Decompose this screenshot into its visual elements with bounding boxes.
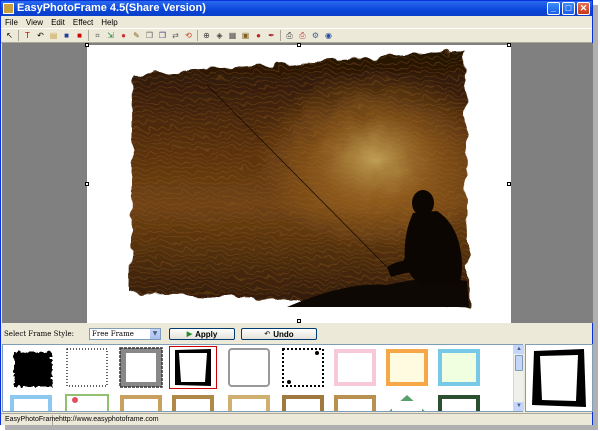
status-url[interactable]: http://www.easyphotoframe.com	[57, 415, 257, 425]
frame-thumb-green-ornate[interactable]	[383, 392, 431, 412]
color-icon[interactable]: ●	[254, 31, 263, 40]
app-window: EasyPhotoFrame 4.5(Share Version) _ □ ✕ …	[0, 0, 593, 425]
photo-canvas[interactable]	[85, 43, 511, 323]
maximize-button[interactable]: □	[562, 2, 575, 15]
crop-icon[interactable]: ⌗	[93, 31, 102, 40]
status-bar: EasyPhotoFrame http://www.easyphotoframe…	[1, 413, 592, 425]
resize-handle-s[interactable]	[297, 319, 301, 323]
frame-thumbnail-list[interactable]	[2, 344, 523, 412]
title-bar[interactable]: EasyPhotoFrame 4.5(Share Version) _ □ ✕	[1, 1, 592, 16]
menu-view[interactable]: View	[22, 18, 47, 27]
frame-thumb-wood-gold[interactable]	[169, 392, 217, 412]
menu-help[interactable]: Help	[97, 18, 121, 27]
save-icon[interactable]: ■	[62, 31, 71, 40]
menu-file[interactable]: File	[1, 18, 22, 27]
frame-thumb-black-waves[interactable]	[279, 346, 327, 389]
resize-handle-w[interactable]	[85, 182, 89, 186]
help-icon[interactable]: ◉	[324, 31, 333, 40]
scroll-down-icon[interactable]: ▼	[514, 402, 524, 411]
open-icon[interactable]: ▤	[49, 31, 58, 40]
play-icon: ▶	[186, 331, 193, 338]
scrollbar-thumb[interactable]	[515, 355, 523, 371]
export-icon[interactable]: ⇲	[106, 31, 115, 40]
scroll-up-icon[interactable]: ▲	[514, 345, 524, 354]
frame-thumb-wavy-gray[interactable]	[225, 346, 273, 389]
frame-style-select[interactable]: Free Frame ▼	[89, 328, 161, 340]
pointer-icon[interactable]: ↖	[5, 31, 14, 40]
frame-thumb-wood-tan[interactable]	[225, 392, 273, 412]
frame-icon[interactable]: ▣	[241, 31, 250, 40]
frame-thumb-wood-brown[interactable]	[331, 392, 379, 412]
canvas-area[interactable]	[2, 43, 593, 323]
paste-icon[interactable]: ❐	[158, 31, 167, 40]
resize-handle-e[interactable]	[507, 182, 511, 186]
minimize-button[interactable]: _	[547, 2, 560, 15]
chevron-down-icon[interactable]: ▼	[150, 329, 160, 339]
frame-thumb-green-blue[interactable]	[435, 346, 483, 389]
undo-button[interactable]: ↶ Undo	[241, 328, 317, 340]
zoom-in-icon[interactable]: ⊕	[202, 31, 211, 40]
menu-effect[interactable]: Effect	[69, 18, 97, 27]
frame-thumb-rough-gray[interactable]	[117, 346, 165, 389]
frame-thumb-black-selected[interactable]	[169, 346, 217, 389]
save-as-icon[interactable]: ■	[75, 31, 84, 40]
print-preview-icon[interactable]: ⎙	[298, 31, 307, 40]
frame-thumb-wood-light[interactable]	[117, 392, 165, 412]
copy-icon[interactable]: ❐	[145, 31, 154, 40]
undo-icon[interactable]: ⟲	[184, 31, 193, 40]
resize-handle-nw[interactable]	[85, 43, 89, 47]
frame-style-label: Select Frame Style:	[4, 330, 74, 338]
toolbar: ↖ T ↶ ▤ ■ ■ ⌗ ⇲ ● ✎ ❐ ❐ ⇄ ⟲ ⊕ ◈ ▦ ▣ ● ✒ ⎙ ⎙ ⚙ ◉	[1, 28, 592, 43]
frame-style-bar: Select Frame Style: Free Frame ▼ ▶ Apply…	[1, 325, 592, 343]
settings-icon[interactable]: ⚙	[311, 31, 320, 40]
print-icon[interactable]: ⎙	[285, 31, 294, 40]
frame-thumb-wood-dark[interactable]	[279, 392, 327, 412]
apply-button-label: Apply	[195, 329, 218, 339]
undo-button-label: Undo	[273, 329, 294, 339]
frame-thumb-blue-border[interactable]	[7, 392, 55, 412]
undo-icon: ↶	[264, 331, 271, 338]
app-icon	[3, 3, 14, 14]
status-app-name: EasyPhotoFrame	[5, 415, 60, 425]
frame-thumb-dark-green[interactable]	[435, 392, 483, 412]
text-tool-icon[interactable]: T	[23, 31, 32, 40]
resize-handle-ne[interactable]	[507, 43, 511, 47]
toolbar-separator	[18, 30, 19, 41]
brush-icon[interactable]: ✎	[132, 31, 141, 40]
grid-icon[interactable]: ▦	[228, 31, 237, 40]
thumbnail-scrollbar[interactable]: ▲ ▼	[513, 345, 524, 411]
pen-icon[interactable]: ✒	[267, 31, 276, 40]
frame-preview-image	[532, 349, 586, 407]
layers-icon[interactable]: ◈	[215, 31, 224, 40]
close-button[interactable]: ✕	[577, 2, 590, 15]
frame-thumb-orange-dots[interactable]	[383, 346, 431, 389]
toolbar-separator	[280, 30, 281, 41]
toolbar-separator	[88, 30, 89, 41]
rotate-icon[interactable]: ↶	[36, 31, 45, 40]
menu-bar: File View Edit Effect Help	[1, 16, 592, 28]
frame-style-value: Free Frame	[92, 330, 134, 338]
flip-icon[interactable]: ⇄	[171, 31, 180, 40]
framed-photo	[131, 51, 469, 307]
resize-handle-n[interactable]	[297, 43, 301, 47]
frame-thumb-dotted[interactable]	[63, 346, 111, 389]
menu-edit[interactable]: Edit	[47, 18, 69, 27]
frame-preview	[525, 344, 593, 412]
frame-thumb-flowers[interactable]	[63, 392, 111, 412]
window-title: EasyPhotoFrame 4.5(Share Version)	[17, 2, 206, 14]
apply-button[interactable]: ▶ Apply	[169, 328, 235, 340]
toolbar-separator	[197, 30, 198, 41]
frame-thumb-dark-vignette[interactable]	[7, 346, 55, 389]
frame-thumb-pink-heart[interactable]	[331, 346, 379, 389]
effect-icon[interactable]: ●	[119, 31, 128, 40]
